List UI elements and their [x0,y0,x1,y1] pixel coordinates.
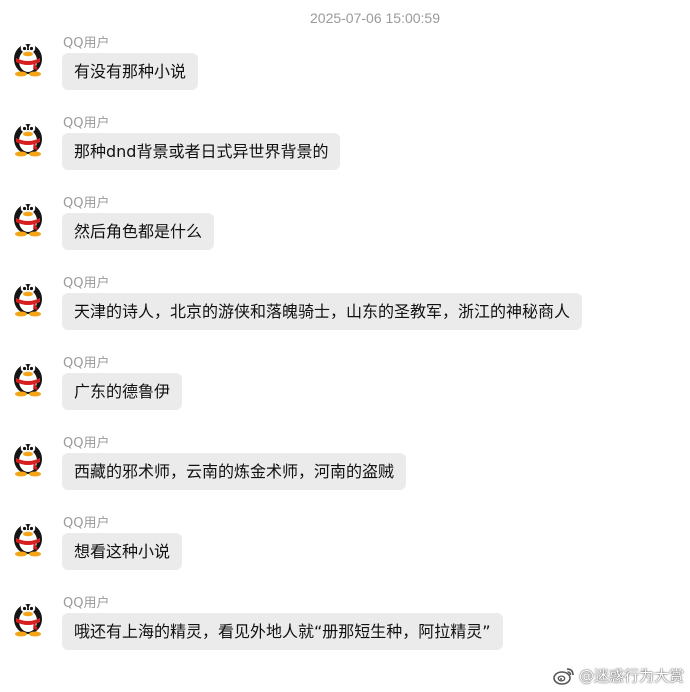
qq-penguin-icon[interactable] [10,437,46,477]
sender-name: QQ用户 [63,276,110,291]
qq-penguin-icon[interactable] [10,517,46,557]
qq-penguin-icon[interactable] [10,37,46,77]
watermark: @迷惑行为大赏 [553,665,684,686]
chat-message: QQ用户 然后角色都是什么 [10,196,680,277]
sender-name: QQ用户 [63,436,110,451]
qq-penguin-icon[interactable] [10,277,46,317]
message-bubble[interactable]: 哦还有上海的精灵，看见外地人就“册那短生种，阿拉精灵” [62,613,503,650]
qq-penguin-icon[interactable] [10,197,46,237]
weibo-icon [553,667,574,685]
message-bubble[interactable]: 那种dnd背景或者日式异世界背景的 [62,133,341,170]
sender-name: QQ用户 [63,36,110,51]
sender-name: QQ用户 [63,516,110,531]
chat-message: QQ用户 那种dnd背景或者日式异世界背景的 [10,116,680,197]
chat-message: QQ用户 有没有那种小说 [10,36,680,117]
chat-message: QQ用户 想看这种小说 [10,516,680,597]
message-bubble[interactable]: 有没有那种小说 [62,53,199,90]
message-bubble[interactable]: 想看这种小说 [62,533,183,570]
sender-name: QQ用户 [63,196,110,211]
chat-message: QQ用户 广东的德鲁伊 [10,356,680,437]
qq-penguin-icon[interactable] [10,117,46,157]
message-bubble[interactable]: 然后角色都是什么 [62,213,215,250]
message-bubble[interactable]: 广东的德鲁伊 [62,373,183,410]
qq-penguin-icon[interactable] [10,357,46,397]
sender-name: QQ用户 [63,356,110,371]
watermark-handle: @迷惑行为大赏 [578,667,684,685]
message-timestamp: 2025-07-06 15:00:59 [310,10,440,26]
message-bubble[interactable]: 西藏的邪术师，云南的炼金术师，河南的盗贼 [62,453,407,490]
qq-penguin-icon[interactable] [10,597,46,637]
sender-name: QQ用户 [63,116,110,131]
sender-name: QQ用户 [63,596,110,611]
chat-message: QQ用户 西藏的邪术师，云南的炼金术师，河南的盗贼 [10,436,680,517]
message-bubble[interactable]: 天津的诗人，北京的游侠和落魄骑士，山东的圣教军，浙江的神秘商人 [62,293,583,330]
chat-message: QQ用户 天津的诗人，北京的游侠和落魄骑士，山东的圣教军，浙江的神秘商人 [10,276,680,357]
